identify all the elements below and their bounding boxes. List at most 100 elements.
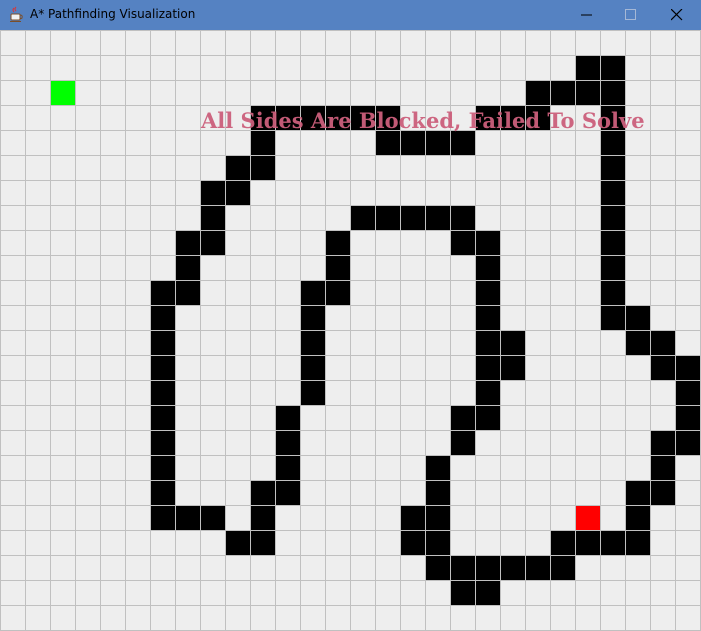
wall-cell[interactable] xyxy=(275,480,300,505)
wall-cell[interactable] xyxy=(650,330,675,355)
wall-cell[interactable] xyxy=(325,105,350,130)
wall-cell[interactable] xyxy=(650,455,675,480)
wall-cell[interactable] xyxy=(450,130,475,155)
wall-cell[interactable] xyxy=(150,480,175,505)
wall-cell[interactable] xyxy=(300,280,325,305)
wall-cell[interactable] xyxy=(450,555,475,580)
wall-cell[interactable] xyxy=(150,380,175,405)
wall-cell[interactable] xyxy=(175,255,200,280)
wall-cell[interactable] xyxy=(425,480,450,505)
wall-cell[interactable] xyxy=(400,205,425,230)
wall-cell[interactable] xyxy=(475,580,500,605)
wall-cell[interactable] xyxy=(475,230,500,255)
wall-cell[interactable] xyxy=(550,80,575,105)
wall-cell[interactable] xyxy=(475,555,500,580)
wall-cell[interactable] xyxy=(200,505,225,530)
wall-cell[interactable] xyxy=(325,255,350,280)
wall-cell[interactable] xyxy=(600,155,625,180)
wall-cell[interactable] xyxy=(475,405,500,430)
wall-cell[interactable] xyxy=(625,530,650,555)
wall-cell[interactable] xyxy=(150,405,175,430)
wall-cell[interactable] xyxy=(225,180,250,205)
wall-cell[interactable] xyxy=(150,355,175,380)
wall-cell[interactable] xyxy=(500,355,525,380)
wall-cell[interactable] xyxy=(250,130,275,155)
wall-cell[interactable] xyxy=(325,230,350,255)
wall-cell[interactable] xyxy=(175,505,200,530)
wall-cell[interactable] xyxy=(650,355,675,380)
end-cell[interactable] xyxy=(575,505,600,530)
wall-cell[interactable] xyxy=(150,505,175,530)
wall-cell[interactable] xyxy=(675,405,700,430)
wall-cell[interactable] xyxy=(325,280,350,305)
wall-cell[interactable] xyxy=(475,280,500,305)
wall-cell[interactable] xyxy=(225,530,250,555)
start-cell[interactable] xyxy=(50,80,75,105)
wall-cell[interactable] xyxy=(350,205,375,230)
wall-cell[interactable] xyxy=(400,530,425,555)
wall-cell[interactable] xyxy=(475,105,500,130)
wall-cell[interactable] xyxy=(600,280,625,305)
wall-cell[interactable] xyxy=(375,130,400,155)
wall-cell[interactable] xyxy=(450,405,475,430)
wall-cell[interactable] xyxy=(250,505,275,530)
wall-cell[interactable] xyxy=(675,430,700,455)
wall-cell[interactable] xyxy=(300,105,325,130)
wall-cell[interactable] xyxy=(450,580,475,605)
wall-cell[interactable] xyxy=(525,555,550,580)
wall-cell[interactable] xyxy=(175,280,200,305)
wall-cell[interactable] xyxy=(425,455,450,480)
wall-cell[interactable] xyxy=(200,230,225,255)
wall-cell[interactable] xyxy=(400,505,425,530)
wall-cell[interactable] xyxy=(675,380,700,405)
wall-cell[interactable] xyxy=(300,330,325,355)
wall-cell[interactable] xyxy=(475,330,500,355)
wall-cell[interactable] xyxy=(675,355,700,380)
wall-cell[interactable] xyxy=(500,330,525,355)
wall-cell[interactable] xyxy=(150,330,175,355)
wall-cell[interactable] xyxy=(650,480,675,505)
wall-cell[interactable] xyxy=(575,530,600,555)
wall-cell[interactable] xyxy=(525,105,550,130)
wall-cell[interactable] xyxy=(375,105,400,130)
wall-cell[interactable] xyxy=(600,105,625,130)
wall-cell[interactable] xyxy=(625,505,650,530)
maximize-button[interactable] xyxy=(608,0,654,30)
wall-cell[interactable] xyxy=(600,55,625,80)
wall-cell[interactable] xyxy=(175,230,200,255)
wall-cell[interactable] xyxy=(625,305,650,330)
wall-cell[interactable] xyxy=(400,130,425,155)
wall-cell[interactable] xyxy=(600,305,625,330)
wall-cell[interactable] xyxy=(600,255,625,280)
wall-cell[interactable] xyxy=(475,355,500,380)
wall-cell[interactable] xyxy=(550,530,575,555)
wall-cell[interactable] xyxy=(450,230,475,255)
wall-cell[interactable] xyxy=(275,405,300,430)
wall-cell[interactable] xyxy=(525,80,550,105)
wall-cell[interactable] xyxy=(625,330,650,355)
wall-cell[interactable] xyxy=(150,305,175,330)
pathfinding-grid[interactable] xyxy=(0,30,701,631)
wall-cell[interactable] xyxy=(225,155,250,180)
wall-cell[interactable] xyxy=(250,105,275,130)
wall-cell[interactable] xyxy=(600,130,625,155)
wall-cell[interactable] xyxy=(600,530,625,555)
wall-cell[interactable] xyxy=(475,305,500,330)
wall-cell[interactable] xyxy=(475,255,500,280)
wall-cell[interactable] xyxy=(450,205,475,230)
wall-cell[interactable] xyxy=(150,455,175,480)
wall-cell[interactable] xyxy=(275,105,300,130)
close-button[interactable] xyxy=(654,0,700,30)
wall-cell[interactable] xyxy=(200,180,225,205)
wall-cell[interactable] xyxy=(250,530,275,555)
wall-cell[interactable] xyxy=(600,205,625,230)
wall-cell[interactable] xyxy=(425,130,450,155)
wall-cell[interactable] xyxy=(650,430,675,455)
wall-cell[interactable] xyxy=(300,380,325,405)
wall-cell[interactable] xyxy=(600,180,625,205)
wall-cell[interactable] xyxy=(600,80,625,105)
wall-cell[interactable] xyxy=(200,205,225,230)
wall-cell[interactable] xyxy=(375,205,400,230)
wall-cell[interactable] xyxy=(600,230,625,255)
wall-cell[interactable] xyxy=(350,105,375,130)
